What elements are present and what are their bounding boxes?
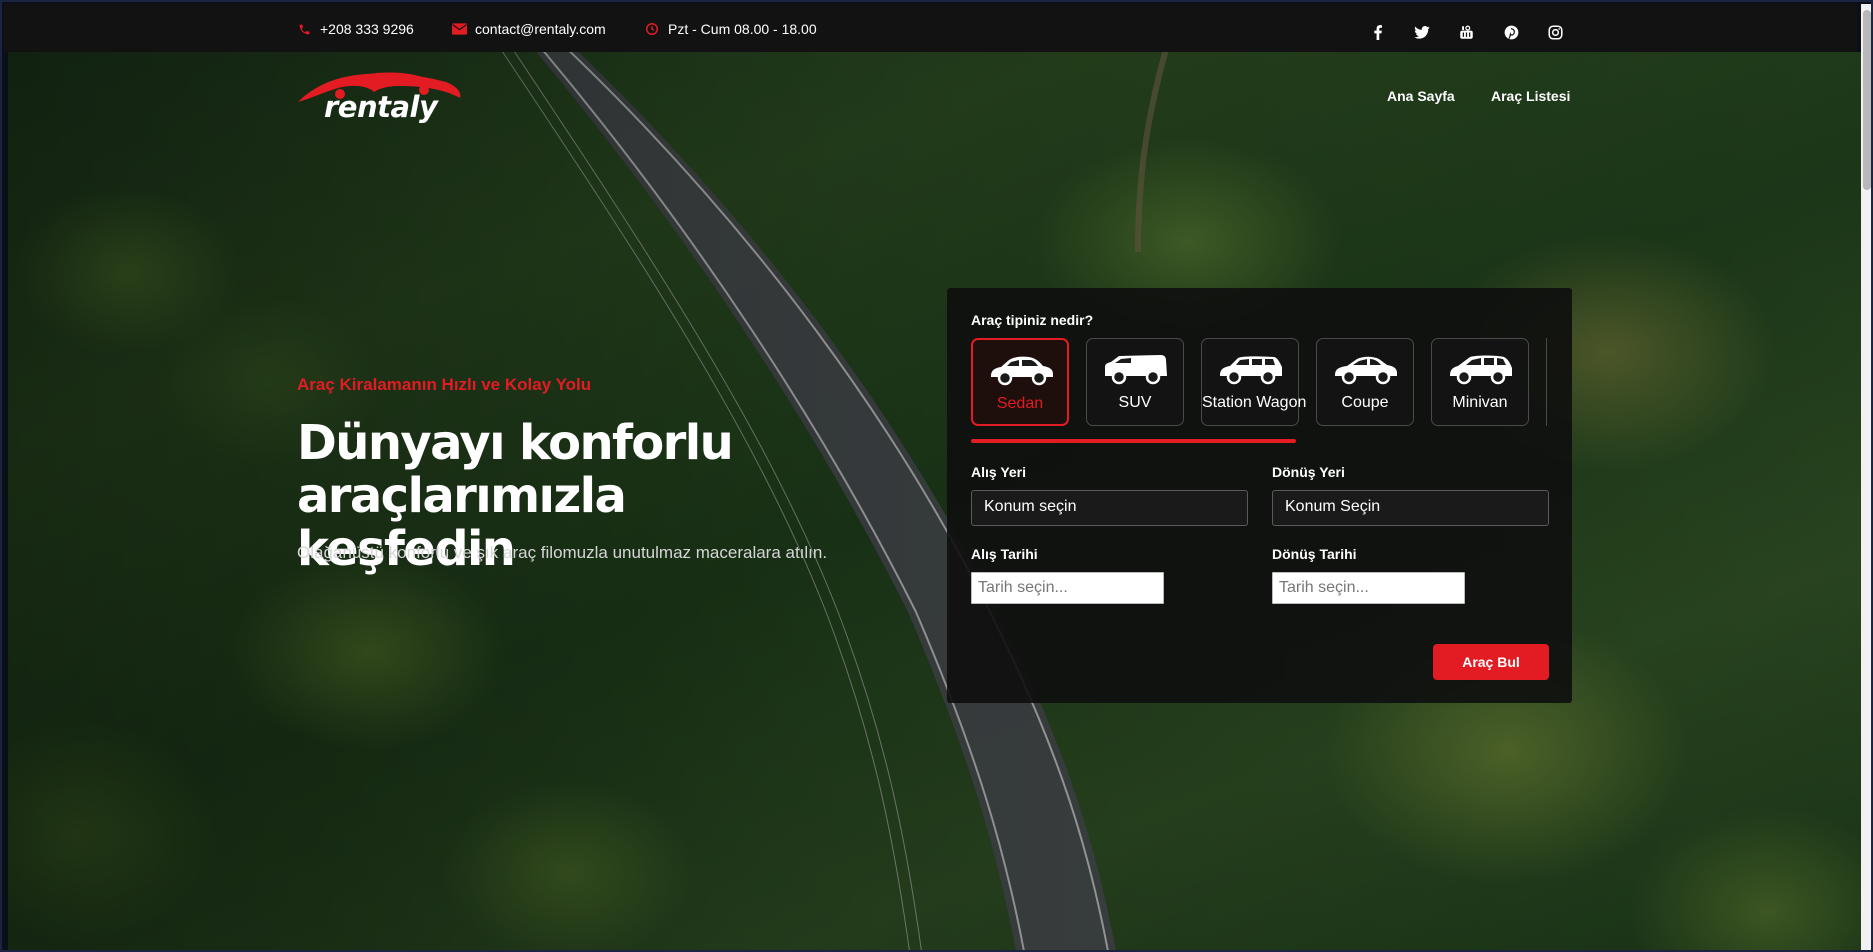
car-type-scroll-indicator[interactable] <box>971 439 1296 443</box>
pickup-location-label: Alış Yeri <box>971 464 1027 480</box>
car-type-station-wagon[interactable]: Station Wagon <box>1201 338 1307 426</box>
pickup-location-select[interactable]: Konum seçin <box>971 490 1248 526</box>
car-type-label: Sedan <box>996 395 1044 412</box>
nav-car-list[interactable]: Araç Listesi <box>1491 88 1570 104</box>
station-wagon-car-icon <box>1220 356 1282 385</box>
working-hours: Pzt - Cum 08.00 - 18.00 <box>644 21 817 37</box>
envelope-icon <box>451 21 467 37</box>
instagram-icon[interactable] <box>1545 22 1565 42</box>
clock-icon <box>644 21 660 37</box>
car-type-minivan[interactable]: Minivan <box>1431 338 1529 426</box>
contact-email[interactable]: contact@rentaly.com <box>451 21 606 37</box>
dropoff-location-label: Dönüş Yeri <box>1272 464 1345 480</box>
pickup-date-input[interactable]: Tarih seçin... <box>971 572 1164 604</box>
hero-subtext: Olağanüstü konforlu ve şık araç filomuzl… <box>297 543 828 562</box>
car-type-label: SUV <box>1118 394 1152 411</box>
dropoff-location-select[interactable]: Konum Seçin <box>1272 490 1549 526</box>
email-text: contact@rentaly.com <box>475 21 606 37</box>
find-car-button[interactable]: Araç Bul <box>1433 644 1549 680</box>
browser-window: +208 333 9296 contact@rentaly.com Pzt - … <box>0 0 1873 952</box>
phone-icon <box>296 21 312 37</box>
car-type-next-card-edge <box>1546 338 1549 426</box>
car-type-label: Coupe <box>1341 394 1389 411</box>
hours-text: Pzt - Cum 08.00 - 18.00 <box>668 21 817 37</box>
coupe-car-icon <box>1335 356 1397 385</box>
car-type-suv[interactable]: SUV <box>1086 338 1184 426</box>
brand-name[interactable]: rentaly <box>324 90 438 124</box>
car-type-question: Araç tipiniz nedir? <box>971 312 1094 328</box>
nav-home[interactable]: Ana Sayfa <box>1387 88 1455 104</box>
car-type-coupe[interactable]: Coupe <box>1316 338 1414 426</box>
dropoff-date-label: Dönüş Tarihi <box>1272 546 1357 562</box>
minivan-car-icon <box>1450 355 1512 385</box>
headline-line-1: Dünyayı konforlu <box>297 415 734 471</box>
hero-background <box>8 52 1861 950</box>
sedan-car-icon <box>991 356 1053 386</box>
phone-text: +208 333 9296 <box>320 21 414 37</box>
car-type-sedan[interactable]: Sedan <box>971 338 1069 426</box>
scrollbar-thumb[interactable] <box>1863 10 1871 190</box>
car-type-label: Station Wagon <box>1202 394 1307 411</box>
facebook-icon[interactable] <box>1368 22 1388 42</box>
pinterest-icon[interactable] <box>1501 22 1521 42</box>
suv-car-icon <box>1105 355 1167 385</box>
twitter-icon[interactable] <box>1412 22 1432 42</box>
hero-overlay <box>8 52 1861 950</box>
youtube-icon[interactable] <box>1456 22 1476 42</box>
car-search-panel: Araç tipiniz nedir? Sedan SUV Station Wa… <box>947 288 1572 703</box>
pickup-date-label: Alış Tarihi <box>971 546 1038 562</box>
dropoff-date-input[interactable]: Tarih seçin... <box>1272 572 1465 604</box>
contact-phone[interactable]: +208 333 9296 <box>296 21 414 37</box>
top-bar: +208 333 9296 contact@rentaly.com Pzt - … <box>4 4 1857 52</box>
car-type-label: Minivan <box>1452 394 1508 411</box>
hero-kicker: Araç Kiralamanın Hızlı ve Kolay Yolu <box>297 375 592 394</box>
